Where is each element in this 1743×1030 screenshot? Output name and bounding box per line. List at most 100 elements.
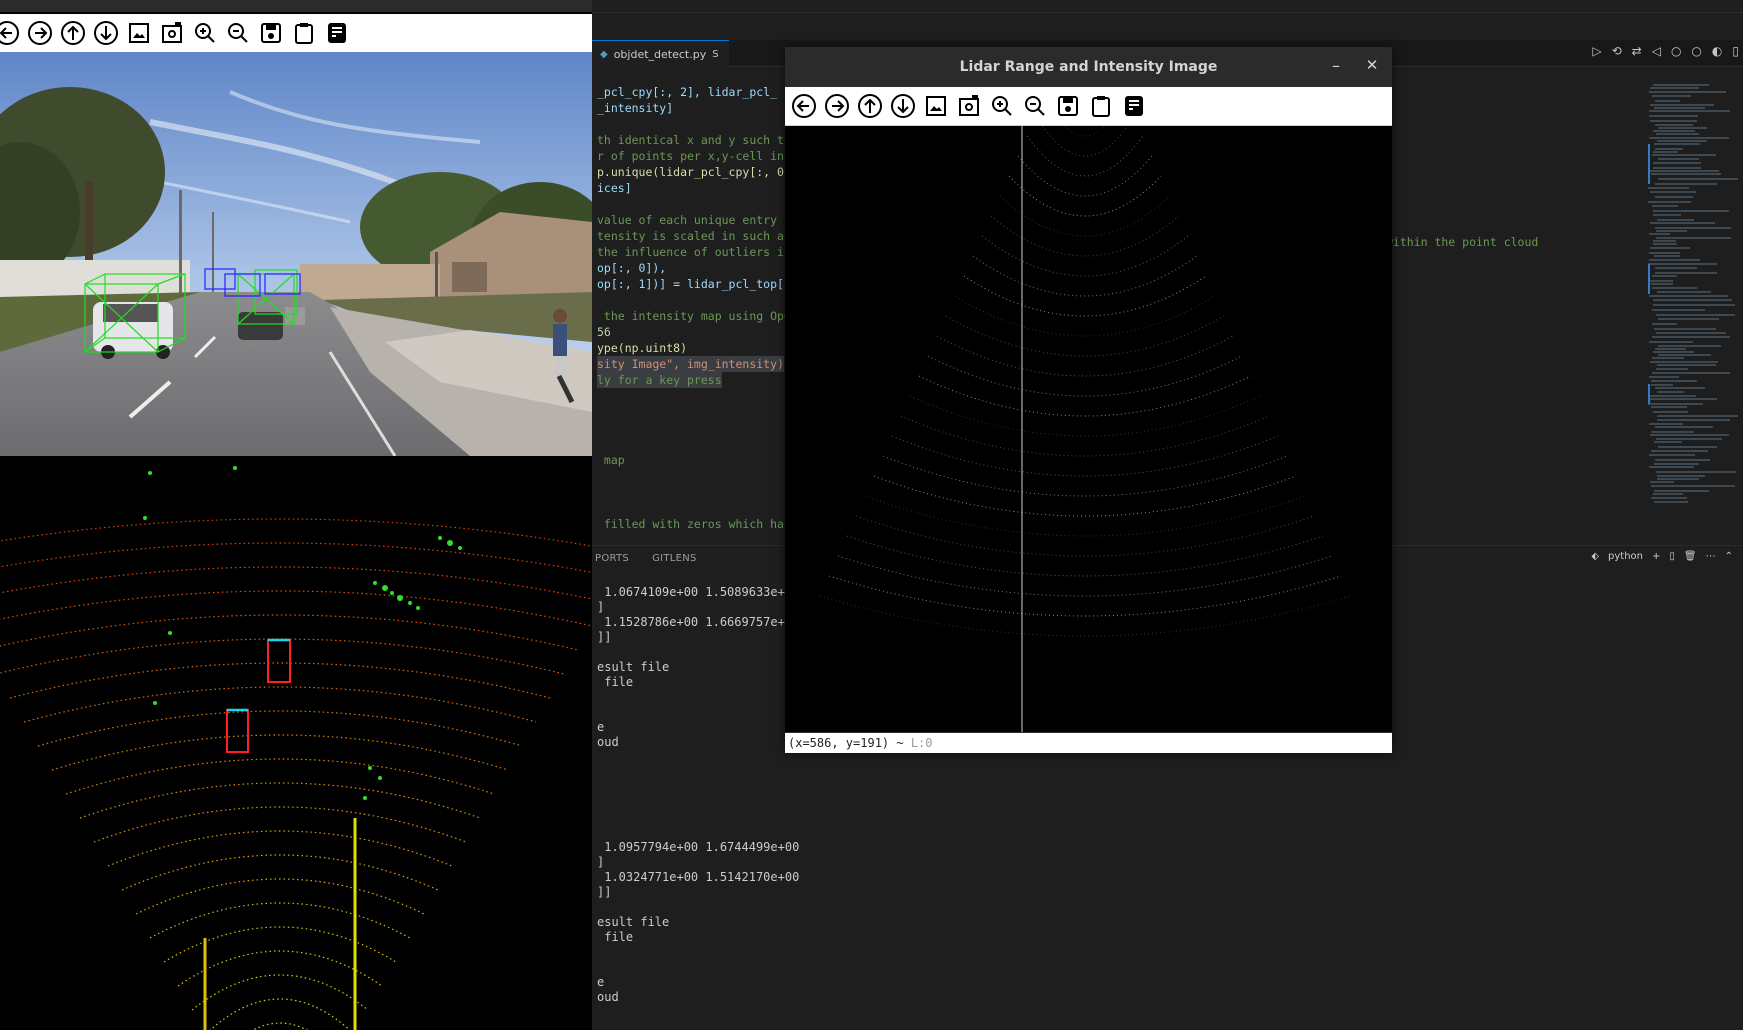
copy-clipboard-icon[interactable] — [1088, 93, 1114, 119]
minimap-line — [1653, 501, 1688, 503]
bev-scan-ring — [37, 710, 523, 747]
bev-vegetation — [143, 466, 462, 800]
editor-tab-flag: S — [712, 48, 719, 60]
save-icon[interactable] — [1055, 93, 1081, 119]
zoom-out-icon[interactable] — [1022, 93, 1048, 119]
lidar-titlebar[interactable]: Lidar Range and Intensity Image – ✕ — [785, 47, 1392, 87]
lidar-scan-ring — [918, 375, 1252, 417]
forward-icon[interactable] — [824, 93, 850, 119]
code-line: op[:, 0]), — [597, 261, 667, 275]
history-icon[interactable]: ⟲ — [1612, 44, 1622, 58]
minimap-line — [1652, 151, 1679, 153]
editor-tab[interactable]: ◆ objdet_detect.py S — [592, 40, 729, 67]
camera-scene — [0, 52, 592, 456]
code-line: filled with zeros which has — [597, 517, 791, 531]
panel-tab-ports[interactable]: PORTS — [595, 553, 629, 564]
minimap-line — [1657, 419, 1730, 421]
minimap-line — [1650, 361, 1719, 363]
minimap-line — [1656, 219, 1695, 221]
new-terminal-icon[interactable]: + — [1652, 551, 1660, 562]
image-settings-icon[interactable] — [159, 20, 185, 46]
birds-eye-view[interactable] — [0, 458, 592, 1030]
back-nav-icon[interactable]: ◁ — [1652, 44, 1661, 58]
lidar-scan-ring — [936, 335, 1234, 377]
zoom-in-icon[interactable] — [989, 93, 1015, 119]
split-terminal-icon[interactable]: ▯ — [1669, 551, 1675, 562]
minimap[interactable] — [1648, 84, 1739, 514]
compare-icon[interactable]: ⇄ — [1632, 44, 1642, 58]
minimap-line — [1656, 415, 1739, 417]
image-icon[interactable] — [126, 20, 152, 46]
down-icon[interactable] — [890, 93, 916, 119]
more-icon[interactable]: ⋯ — [1706, 551, 1716, 562]
minimap-line — [1655, 459, 1710, 461]
properties-icon[interactable] — [1121, 93, 1147, 119]
camera-image[interactable] — [0, 52, 592, 456]
minimap-line — [1651, 283, 1673, 285]
terminal-shell-label[interactable]: python — [1608, 551, 1643, 562]
minimap-line — [1648, 201, 1692, 203]
run-icon[interactable]: ▷ — [1592, 44, 1601, 58]
minimap-line — [1655, 471, 1736, 473]
circle-icon[interactable]: ○ — [1671, 44, 1681, 58]
zoom-in-icon[interactable] — [192, 20, 218, 46]
minimap-change-marker — [1648, 384, 1650, 404]
down-icon[interactable] — [93, 20, 119, 46]
terminal-line: 1.0324771e+00 1.5142170e+00 — [597, 870, 800, 884]
panel-tab-gitlens[interactable]: GITLENS — [652, 553, 697, 564]
save-icon[interactable] — [258, 20, 284, 46]
minimap-line — [1651, 275, 1677, 277]
vehicle-bbox-2 — [226, 709, 249, 753]
editor-tab-label: objdet_detect.py — [613, 47, 707, 61]
minimap-line — [1653, 107, 1706, 109]
minimap-line — [1650, 481, 1674, 483]
minimap-line — [1655, 314, 1736, 316]
trash-icon[interactable]: 🗑 — [1684, 551, 1697, 562]
bev-scan-ring — [79, 782, 481, 819]
zoom-out-icon[interactable] — [225, 20, 251, 46]
image-icon[interactable] — [923, 93, 949, 119]
bev-scan-ring — [0, 590, 592, 627]
back-icon[interactable] — [0, 20, 20, 46]
copy-clipboard-icon[interactable] — [291, 20, 317, 46]
forward-nav-icon[interactable]: ○ — [1691, 44, 1701, 58]
terminal-line: oud — [597, 990, 619, 1004]
image-settings-icon[interactable] — [956, 93, 982, 119]
chevron-up-icon[interactable]: ⌃ — [1725, 551, 1733, 562]
minimap-line — [1654, 143, 1701, 145]
minimize-icon[interactable]: – — [1326, 55, 1346, 75]
minimap-line — [1650, 395, 1696, 397]
code-line: p.unique(lidar_pcl_cpy[:, 0: — [597, 165, 791, 179]
up-icon[interactable] — [60, 20, 86, 46]
panel-actions: ⬖ python + ▯ 🗑 ⋯ ⌃ — [1591, 551, 1733, 562]
lidar-scan-ring — [1026, 135, 1144, 177]
minimap-line — [1650, 87, 1700, 89]
minimap-line — [1649, 259, 1701, 261]
split-editor-icon[interactable]: ▯ — [1732, 44, 1739, 58]
forward-icon[interactable] — [27, 20, 53, 46]
terminal-line: 1.0957794e+00 1.6744499e+00 — [597, 840, 800, 854]
lidar-scan-ring — [873, 475, 1297, 517]
minimap-line — [1654, 348, 1686, 350]
minimap-line — [1652, 299, 1732, 301]
minimap-line — [1654, 124, 1693, 126]
close-icon[interactable]: ✕ — [1362, 55, 1382, 75]
up-icon[interactable] — [857, 93, 883, 119]
lidar-intensity-image[interactable] — [785, 126, 1392, 732]
bev-scan-ring — [163, 926, 397, 963]
lidar-status-bar: (x=586, y=191) ~ L:0 — [785, 733, 1392, 753]
minimap-line — [1654, 463, 1700, 465]
settings-icon[interactable]: ◐ — [1712, 44, 1722, 58]
minimap-line — [1651, 406, 1687, 408]
minimap-line — [1652, 154, 1717, 156]
minimap-line — [1654, 490, 1710, 492]
cursor-coordinates: (x=586, y=191) ~ — [788, 736, 904, 750]
properties-icon[interactable] — [324, 20, 350, 46]
minimap-line — [1656, 478, 1700, 480]
bev-scan-ring — [177, 950, 383, 987]
back-icon[interactable] — [791, 93, 817, 119]
bev-scan-ring — [107, 830, 453, 867]
minimap-line — [1653, 441, 1683, 443]
vehicle-bbox-1 — [267, 639, 291, 683]
minimap-line — [1648, 263, 1718, 265]
